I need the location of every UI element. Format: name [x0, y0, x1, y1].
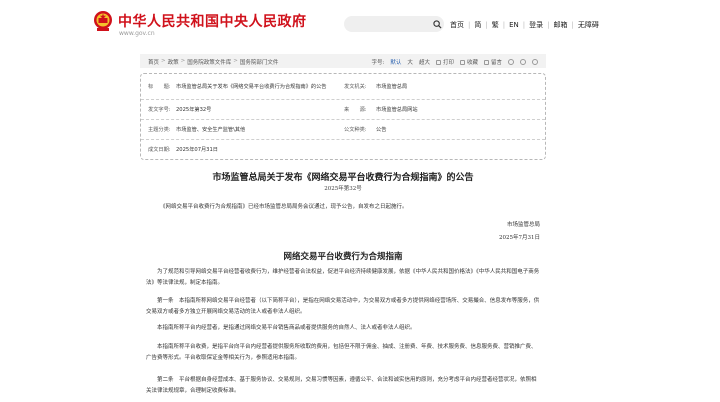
breadcrumb-policy[interactable]: 政策 [168, 58, 179, 66]
paragraph: 第二条 平台根据自身经营成本、基于服务协议、交易规则，交易习惯等因素，遵循公平、… [146, 377, 537, 394]
search-icon[interactable] [433, 20, 442, 29]
document-title: 市场监管总局关于发布《网络交易平台收费行为合规指南》的公告 [212, 173, 474, 183]
leave-label: 留言 [490, 60, 502, 66]
breadcrumb-separator: > [180, 58, 186, 64]
announcement-text: 《网络交易平台收费行为合规指南》已经市场监管总局局务会议通过，现予公告，自发布之… [160, 204, 408, 210]
favorite-label: 收藏 [466, 60, 478, 66]
site-header: 中华人民共和国中央人民政府 www.gov.cn 首页 | 简 | 繁 | EN | 登… [0, 0, 720, 44]
document-number: 2025年第32号 [324, 186, 362, 192]
font-xlarge-button[interactable]: 超大 [419, 58, 430, 66]
paragraph: 本指南所称平台内经营者，是指通过网络交易平台销售商品或者提供服务的自然人、法人或… [157, 325, 416, 331]
share-icon-2[interactable] [520, 59, 526, 65]
topic-value: 市场监管、安全生产监管\其他 [176, 126, 246, 133]
breadcrumb-home[interactable]: 首页 [148, 58, 159, 66]
print-button[interactable]: 打印 [435, 58, 454, 66]
breadcrumb-separator: > [161, 58, 166, 64]
font-size-label: 字号: [371, 60, 385, 66]
paragraph: 为了规范和引导网络交易平台经营者收费行为，维护经营者合法权益，促进平台经济持续健… [146, 269, 540, 286]
info-row-date: 成文日期: 2025年07月31日 [141, 140, 545, 159]
leave-icon [483, 60, 489, 65]
nav-home[interactable]: 首页 [446, 20, 468, 30]
source-label: 来 源: [344, 107, 367, 113]
print-label: 打印 [442, 60, 454, 66]
guide-title: 网络交易平台收费行为合规指南 [283, 252, 403, 262]
signature-org: 市场监管总局 [506, 222, 540, 228]
breadcrumb-separator: > [233, 58, 238, 64]
search-input[interactable] [344, 16, 444, 32]
favorite-icon [459, 60, 465, 65]
national-emblem-icon[interactable] [93, 10, 113, 32]
document-info-table: 标 题: 市场监管总局关于发布《网络交易平台收费行为合规指南》的公告 发文机关:… [140, 73, 546, 160]
font-default-button[interactable]: 默认 [390, 58, 401, 66]
info-row-topic: 主题分类: 市场监管、安全生产监管\其他 公文种类: 公告 [141, 120, 545, 140]
title-label: 标 题: [148, 84, 171, 90]
nav-mail[interactable]: 邮箱 [549, 20, 571, 30]
doc-num-label: 发文字号: [148, 107, 171, 113]
date-label: 成文日期: [148, 147, 171, 153]
print-icon [435, 60, 441, 65]
page-tools: 字号: 默认 大 超大 打印 收藏 留言 [372, 58, 538, 66]
share-icon-3[interactable] [532, 59, 538, 65]
nav-accessibility[interactable]: 无障碍 [574, 20, 603, 30]
breadcrumb-dept-docs[interactable]: 国务院部门文件 [240, 58, 279, 66]
type-value: 公告 [376, 126, 387, 133]
paragraph: 第一条 本指南所称网络交易平台经营者（以下简称平台），是指在网络交易活动中，为交… [146, 298, 540, 315]
breadcrumb-bar: 首页 > 政策 > 国务院政策文件库 > 国务院部门文件 字号: 默认 大 超大… [140, 54, 546, 68]
signature-date: 2025年7月31日 [499, 235, 540, 241]
favorite-button[interactable]: 收藏 [459, 58, 478, 66]
doc-num-value: 2025年第32号 [176, 106, 212, 113]
info-row-docnum: 发文字号: 2025年第32号 来 源: 市场监管总局网站 [141, 100, 545, 120]
date-value: 2025年07月31日 [176, 146, 218, 153]
paragraph: 本指南所称平台收费，是指平台向平台内经营者提供服务所收取的费用，包括但不限于佣金… [146, 344, 537, 361]
top-nav: 首页 | 简 | 繁 | EN | 登录 | 邮箱 | 无障碍 [446, 19, 603, 31]
font-large-button[interactable]: 大 [407, 58, 413, 66]
source-value: 市场监管总局网站 [376, 106, 418, 113]
topic-label: 主题分类: [148, 127, 171, 133]
nav-english[interactable]: EN [505, 21, 523, 29]
nav-traditional[interactable]: 繁 [488, 20, 503, 30]
nav-login[interactable]: 登录 [525, 20, 547, 30]
leave-button[interactable]: 留言 [483, 58, 502, 66]
title-value: 市场监管总局关于发布《网络交易平台收费行为合规指南》的公告 [176, 83, 327, 90]
breadcrumb-library[interactable]: 国务院政策文件库 [187, 58, 231, 66]
issuer-label: 发文机关: [344, 84, 367, 90]
site-url: www.gov.cn [119, 30, 155, 37]
type-label: 公文种类: [344, 127, 367, 133]
issuer-value: 市场监管总局 [376, 83, 408, 90]
site-title[interactable]: 中华人民共和国中央人民政府 [118, 11, 307, 31]
breadcrumb: 首页 > 政策 > 国务院政策文件库 > 国务院部门文件 [148, 58, 278, 66]
nav-simplified[interactable]: 简 [470, 20, 485, 30]
share-icon[interactable] [508, 59, 514, 65]
info-row-title: 标 题: 市场监管总局关于发布《网络交易平台收费行为合规指南》的公告 发文机关:… [141, 74, 545, 100]
